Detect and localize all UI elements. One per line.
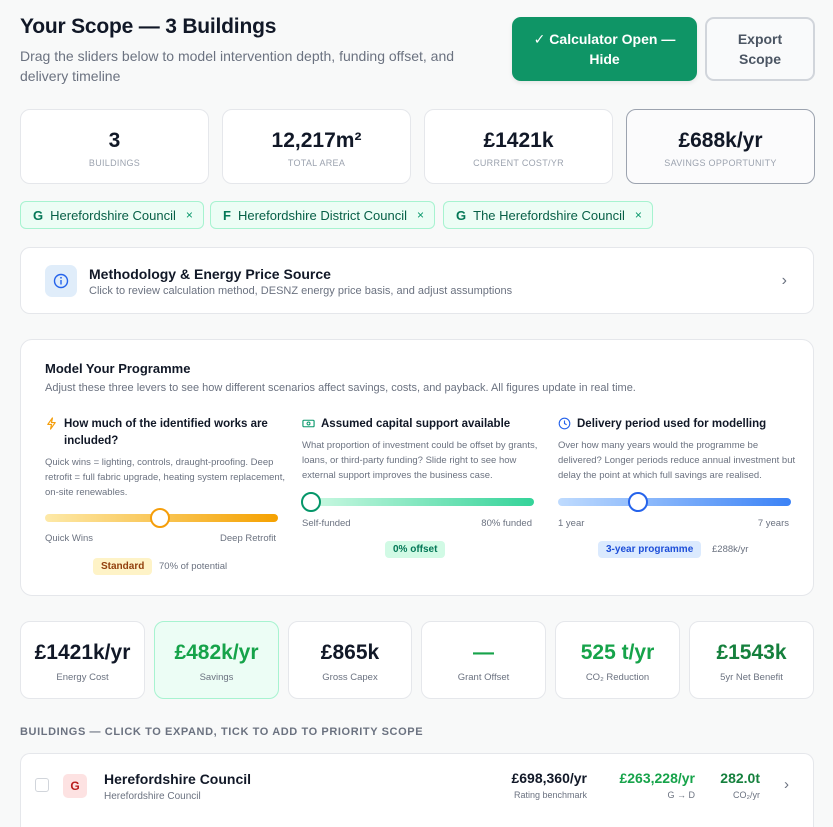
funding-slider-handle[interactable]	[301, 492, 321, 512]
works-level-note: 70% of potential	[159, 561, 228, 572]
scope-chip: G Herefordshire Council ×	[20, 201, 204, 229]
metric-value: 525 t/yr	[580, 641, 655, 664]
lever-works-scope: How much of the identified works are inc…	[45, 416, 285, 500]
metric-value: £865k	[320, 641, 380, 664]
calculator-toggle-button[interactable]: ✓ Calculator Open — Hide	[512, 17, 697, 81]
lever-title: Delivery period used for modelling	[577, 418, 767, 430]
building-cost-value: £698,360/yr	[511, 770, 587, 786]
delivery-slider-handle[interactable]	[628, 492, 648, 512]
slider-min-label: Quick Wins	[45, 533, 94, 544]
annual-investment-note: £288k/yr	[712, 544, 749, 555]
methodology-subtitle: Click to review calculation method, DESN…	[89, 285, 513, 297]
building-savings: £263,228/yr G → D	[619, 770, 695, 800]
metric-grant-offset: — Grant Offset	[421, 621, 546, 699]
stat-value: £1421k	[483, 129, 554, 152]
building-savings-value: £263,228/yr	[619, 770, 695, 786]
lever-title: How much of the identified works are inc…	[64, 418, 268, 447]
slider-max-label: Deep Retrofit	[220, 533, 276, 544]
building-cost-label: Rating benchmark	[513, 790, 587, 800]
programme-title: Model Your Programme	[45, 361, 191, 376]
delivery-slider-track[interactable]	[558, 498, 791, 506]
programme-panel: Model Your Programme Adjust these three …	[20, 339, 814, 596]
stat-value: 3	[108, 129, 121, 152]
metric-value: £1543k	[716, 641, 787, 664]
methodology-card[interactable]: Methodology & Energy Price Source Click …	[20, 247, 814, 314]
stat-buildings: 3 BUILDINGS	[20, 109, 209, 184]
chevron-right-icon[interactable]: ›	[784, 776, 789, 793]
chip-label: Herefordshire Council	[50, 207, 176, 223]
metric-label: CO₂ Reduction	[585, 672, 650, 683]
metric-label: 5yr Net Benefit	[720, 672, 783, 683]
building-org: Herefordshire Council	[104, 791, 201, 802]
chevron-right-icon: ›	[781, 272, 787, 289]
works-slider-handle[interactable]	[150, 508, 170, 528]
chip-grade: G	[456, 207, 467, 223]
close-icon[interactable]: ×	[417, 208, 424, 222]
lever-capital-support: Assumed capital support available What p…	[302, 416, 542, 483]
lever-description: Over how many years would the programme …	[558, 440, 796, 481]
building-co2-value: 282.0t	[720, 770, 760, 786]
page-title: Your Scope — 3 Buildings	[20, 15, 277, 38]
funding-slider-track[interactable]	[302, 498, 534, 506]
building-row[interactable]: G Herefordshire Council Herefordshire Co…	[20, 753, 814, 827]
slider-max-label: 80% funded	[481, 518, 532, 529]
page-subtitle: Drag the sliders below to model interven…	[20, 48, 455, 84]
metric-value: £1421k/yr	[34, 641, 131, 664]
close-icon[interactable]: ×	[186, 208, 193, 222]
stat-value: 12,217m²	[271, 129, 362, 152]
stat-label: SAVINGS OPPORTUNITY	[664, 158, 777, 168]
methodology-title: Methodology & Energy Price Source	[89, 266, 331, 282]
slider-min-label: Self-funded	[302, 518, 351, 529]
stat-label: BUILDINGS	[88, 158, 141, 168]
slider-max-label: 7 years	[757, 518, 789, 529]
building-name: Herefordshire Council	[104, 771, 252, 787]
chip-grade: G	[33, 207, 44, 223]
building-co2-label: CO₂/yr	[733, 790, 760, 800]
slider-min-label: 1 year	[558, 518, 585, 529]
lever-description: Quick wins = lighting, controls, draught…	[45, 457, 285, 498]
building-savings-label: G → D	[667, 790, 695, 800]
priority-checkbox[interactable]	[35, 778, 49, 792]
stat-label: TOTAL AREA	[287, 158, 346, 168]
metric-gross-capex: £865k Gross Capex	[288, 621, 412, 699]
metric-net-benefit: £1543k 5yr Net Benefit	[689, 621, 814, 699]
lightning-icon	[47, 417, 56, 430]
stat-total-area: 12,217m² TOTAL AREA	[222, 109, 411, 184]
buildings-section-heading: BUILDINGS — CLICK TO EXPAND, TICK TO ADD…	[20, 726, 424, 738]
metric-label: Gross Capex	[322, 672, 378, 683]
stat-label: CURRENT COST/YR	[473, 158, 564, 168]
scope-chip: G The Herefordshire Council ×	[443, 201, 653, 229]
lever-delivery-period: Delivery period used for modelling Over …	[558, 416, 798, 483]
grade-badge: G	[63, 774, 87, 798]
money-icon	[302, 419, 315, 428]
stat-savings-opportunity: £688k/yr SAVINGS OPPORTUNITY	[626, 109, 815, 184]
export-scope-button[interactable]: Export Scope	[705, 17, 815, 81]
funding-offset-badge: 0% offset	[385, 541, 446, 558]
chip-grade: F	[223, 207, 231, 223]
stat-current-cost: £1421k CURRENT COST/YR	[424, 109, 613, 184]
chip-label: Herefordshire District Council	[237, 207, 408, 223]
metric-co2-reduction: 525 t/yr CO₂ Reduction	[555, 621, 680, 699]
stat-value: £688k/yr	[678, 129, 763, 152]
metric-value: —	[473, 641, 494, 664]
metric-label: Grant Offset	[457, 672, 510, 683]
chip-label: The Herefordshire Council	[473, 207, 625, 223]
programme-subtitle: Adjust these three levers to see how dif…	[45, 382, 636, 394]
works-level-badge: Standard	[93, 558, 153, 575]
scope-chip: F Herefordshire District Council ×	[210, 201, 436, 229]
info-icon	[45, 265, 77, 297]
lever-title: Assumed capital support available	[321, 418, 511, 430]
metric-energy-cost: £1421k/yr Energy Cost	[20, 621, 145, 699]
building-cost: £698,360/yr Rating benchmark	[511, 770, 587, 800]
metric-label: Savings	[199, 672, 234, 683]
lever-description: What proportion of investment could be o…	[302, 440, 538, 481]
metric-label: Energy Cost	[56, 672, 109, 683]
metric-value: £482k/yr	[174, 641, 259, 664]
delivery-period-badge: 3-year programme	[598, 541, 702, 558]
clock-icon	[558, 417, 571, 430]
building-co2: 282.0t CO₂/yr	[720, 770, 760, 800]
close-icon[interactable]: ×	[635, 208, 642, 222]
metric-savings: £482k/yr Savings	[154, 621, 279, 699]
